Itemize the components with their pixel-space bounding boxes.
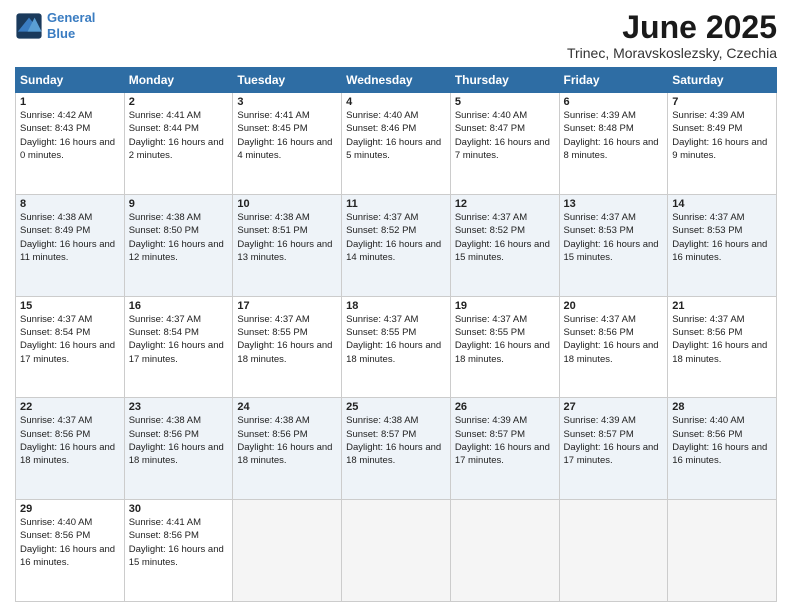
logo-text: General Blue xyxy=(47,10,95,41)
empty-cell-3 xyxy=(450,500,559,602)
day-5: 5 Sunrise: 4:40 AMSunset: 8:47 PMDayligh… xyxy=(450,93,559,195)
empty-cell-4 xyxy=(559,500,668,602)
day-6: 6 Sunrise: 4:39 AMSunset: 8:48 PMDayligh… xyxy=(559,93,668,195)
calendar-row-1: 1 Sunrise: 4:42 AMSunset: 8:43 PMDayligh… xyxy=(16,93,777,195)
day-1: 1 Sunrise: 4:42 AMSunset: 8:43 PMDayligh… xyxy=(16,93,125,195)
col-thursday: Thursday xyxy=(450,68,559,93)
col-wednesday: Wednesday xyxy=(342,68,451,93)
calendar-row-5: 29 Sunrise: 4:40 AMSunset: 8:56 PMDaylig… xyxy=(16,500,777,602)
empty-cell-1 xyxy=(233,500,342,602)
calendar-row-3: 15 Sunrise: 4:37 AMSunset: 8:54 PMDaylig… xyxy=(16,296,777,398)
day-23: 23 Sunrise: 4:38 AMSunset: 8:56 PMDaylig… xyxy=(124,398,233,500)
empty-cell-2 xyxy=(342,500,451,602)
day-8: 8 Sunrise: 4:38 AMSunset: 8:49 PMDayligh… xyxy=(16,194,125,296)
empty-cell-5 xyxy=(668,500,777,602)
day-9: 9 Sunrise: 4:38 AMSunset: 8:50 PMDayligh… xyxy=(124,194,233,296)
day-24: 24 Sunrise: 4:38 AMSunset: 8:56 PMDaylig… xyxy=(233,398,342,500)
page: General Blue June 2025 Trinec, Moravskos… xyxy=(0,0,792,612)
location-subtitle: Trinec, Moravskoslezsky, Czechia xyxy=(567,45,777,61)
calendar-row-2: 8 Sunrise: 4:38 AMSunset: 8:49 PMDayligh… xyxy=(16,194,777,296)
day-11: 11 Sunrise: 4:37 AMSunset: 8:52 PMDaylig… xyxy=(342,194,451,296)
day-25: 25 Sunrise: 4:38 AMSunset: 8:57 PMDaylig… xyxy=(342,398,451,500)
day-15: 15 Sunrise: 4:37 AMSunset: 8:54 PMDaylig… xyxy=(16,296,125,398)
calendar-row-4: 22 Sunrise: 4:37 AMSunset: 8:56 PMDaylig… xyxy=(16,398,777,500)
col-friday: Friday xyxy=(559,68,668,93)
day-14: 14 Sunrise: 4:37 AMSunset: 8:53 PMDaylig… xyxy=(668,194,777,296)
day-3: 3 Sunrise: 4:41 AMSunset: 8:45 PMDayligh… xyxy=(233,93,342,195)
calendar-header-row: Sunday Monday Tuesday Wednesday Thursday… xyxy=(16,68,777,93)
col-saturday: Saturday xyxy=(668,68,777,93)
logo-icon xyxy=(15,12,43,40)
col-sunday: Sunday xyxy=(16,68,125,93)
col-tuesday: Tuesday xyxy=(233,68,342,93)
day-20: 20 Sunrise: 4:37 AMSunset: 8:56 PMDaylig… xyxy=(559,296,668,398)
day-18: 18 Sunrise: 4:37 AMSunset: 8:55 PMDaylig… xyxy=(342,296,451,398)
logo: General Blue xyxy=(15,10,95,41)
title-block: June 2025 Trinec, Moravskoslezsky, Czech… xyxy=(567,10,777,61)
day-13: 13 Sunrise: 4:37 AMSunset: 8:53 PMDaylig… xyxy=(559,194,668,296)
day-29: 29 Sunrise: 4:40 AMSunset: 8:56 PMDaylig… xyxy=(16,500,125,602)
day-27: 27 Sunrise: 4:39 AMSunset: 8:57 PMDaylig… xyxy=(559,398,668,500)
day-26: 26 Sunrise: 4:39 AMSunset: 8:57 PMDaylig… xyxy=(450,398,559,500)
logo-line1: General xyxy=(47,10,95,25)
calendar-table: Sunday Monday Tuesday Wednesday Thursday… xyxy=(15,67,777,602)
logo-line2: Blue xyxy=(47,26,75,41)
day-19: 19 Sunrise: 4:37 AMSunset: 8:55 PMDaylig… xyxy=(450,296,559,398)
day-7: 7 Sunrise: 4:39 AMSunset: 8:49 PMDayligh… xyxy=(668,93,777,195)
day-30: 30 Sunrise: 4:41 AMSunset: 8:56 PMDaylig… xyxy=(124,500,233,602)
day-12: 12 Sunrise: 4:37 AMSunset: 8:52 PMDaylig… xyxy=(450,194,559,296)
day-10: 10 Sunrise: 4:38 AMSunset: 8:51 PMDaylig… xyxy=(233,194,342,296)
day-17: 17 Sunrise: 4:37 AMSunset: 8:55 PMDaylig… xyxy=(233,296,342,398)
day-2: 2 Sunrise: 4:41 AMSunset: 8:44 PMDayligh… xyxy=(124,93,233,195)
header: General Blue June 2025 Trinec, Moravskos… xyxy=(15,10,777,61)
day-22: 22 Sunrise: 4:37 AMSunset: 8:56 PMDaylig… xyxy=(16,398,125,500)
col-monday: Monday xyxy=(124,68,233,93)
month-title: June 2025 xyxy=(567,10,777,45)
day-16: 16 Sunrise: 4:37 AMSunset: 8:54 PMDaylig… xyxy=(124,296,233,398)
day-4: 4 Sunrise: 4:40 AMSunset: 8:46 PMDayligh… xyxy=(342,93,451,195)
day-28: 28 Sunrise: 4:40 AMSunset: 8:56 PMDaylig… xyxy=(668,398,777,500)
day-21: 21 Sunrise: 4:37 AMSunset: 8:56 PMDaylig… xyxy=(668,296,777,398)
